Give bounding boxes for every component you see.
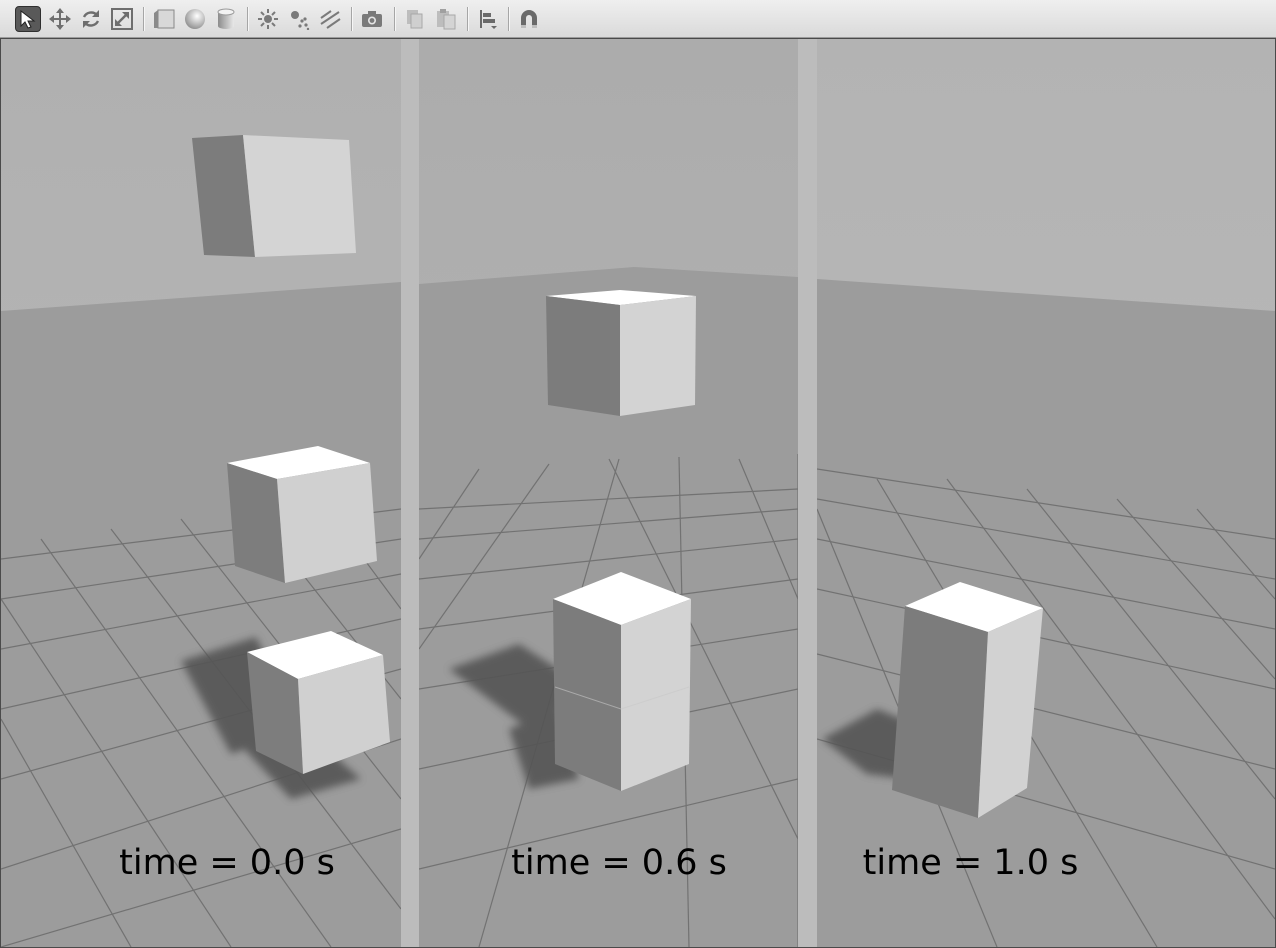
scene-panel-time-0-0[interactable]: time = 0.0 s [1,39,401,947]
translate-mode-button[interactable] [47,6,73,32]
scene-panel-time-0-6[interactable]: time = 0.6 s [419,39,798,947]
magnet-icon [518,8,540,30]
spot-light-icon [288,8,310,30]
gazebo-window: time = 0.0 s time = 0.6 s time = 1.0 s [0,0,1276,948]
toolbar-separator [508,7,510,31]
scene-panel-time-1-0[interactable]: time = 1.0 s [817,39,1275,947]
align-button[interactable] [475,6,501,32]
camera-icon [361,8,383,30]
scene-render [817,39,1275,947]
copy-button[interactable] [402,6,428,32]
insert-box-button[interactable] [151,6,177,32]
toolbar-separator [351,7,353,31]
paste-button[interactable] [433,6,459,32]
screenshot-button[interactable] [359,6,385,32]
insert-sphere-button[interactable] [182,6,208,32]
directional-light-icon [319,8,341,30]
toolbar-separator [467,7,469,31]
point-light-button[interactable] [255,6,281,32]
time-label: time = 1.0 s [862,843,1079,883]
snap-button[interactable] [516,6,542,32]
toolbar-separator [247,7,249,31]
scale-mode-button[interactable] [109,6,135,32]
point-light-icon [257,8,279,30]
scale-icon [111,8,133,30]
rotate-mode-button[interactable] [78,6,104,32]
toolbar [0,0,1276,38]
cylinder-shape-icon [215,8,237,30]
paste-icon [435,8,457,30]
spot-light-button[interactable] [286,6,312,32]
scene-render [419,39,798,947]
insert-cylinder-button[interactable] [213,6,239,32]
time-label: time = 0.0 s [119,843,335,883]
move-arrows-icon [49,8,71,30]
toolbar-separator [394,7,396,31]
time-label: time = 0.6 s [511,843,727,883]
scene-render [1,39,401,947]
sphere-shape-icon [184,8,206,30]
panel-divider [401,39,419,947]
align-icon [477,8,499,30]
rotate-arrows-icon [80,8,102,30]
select-mode-button[interactable] [15,6,41,32]
3d-viewport[interactable]: time = 0.0 s time = 0.6 s time = 1.0 s [1,39,1275,947]
box-shape-icon [153,8,175,30]
toolbar-separator [143,7,145,31]
cursor-arrow-icon [18,9,38,29]
directional-light-button[interactable] [317,6,343,32]
panel-divider [798,39,817,947]
copy-icon [404,8,426,30]
